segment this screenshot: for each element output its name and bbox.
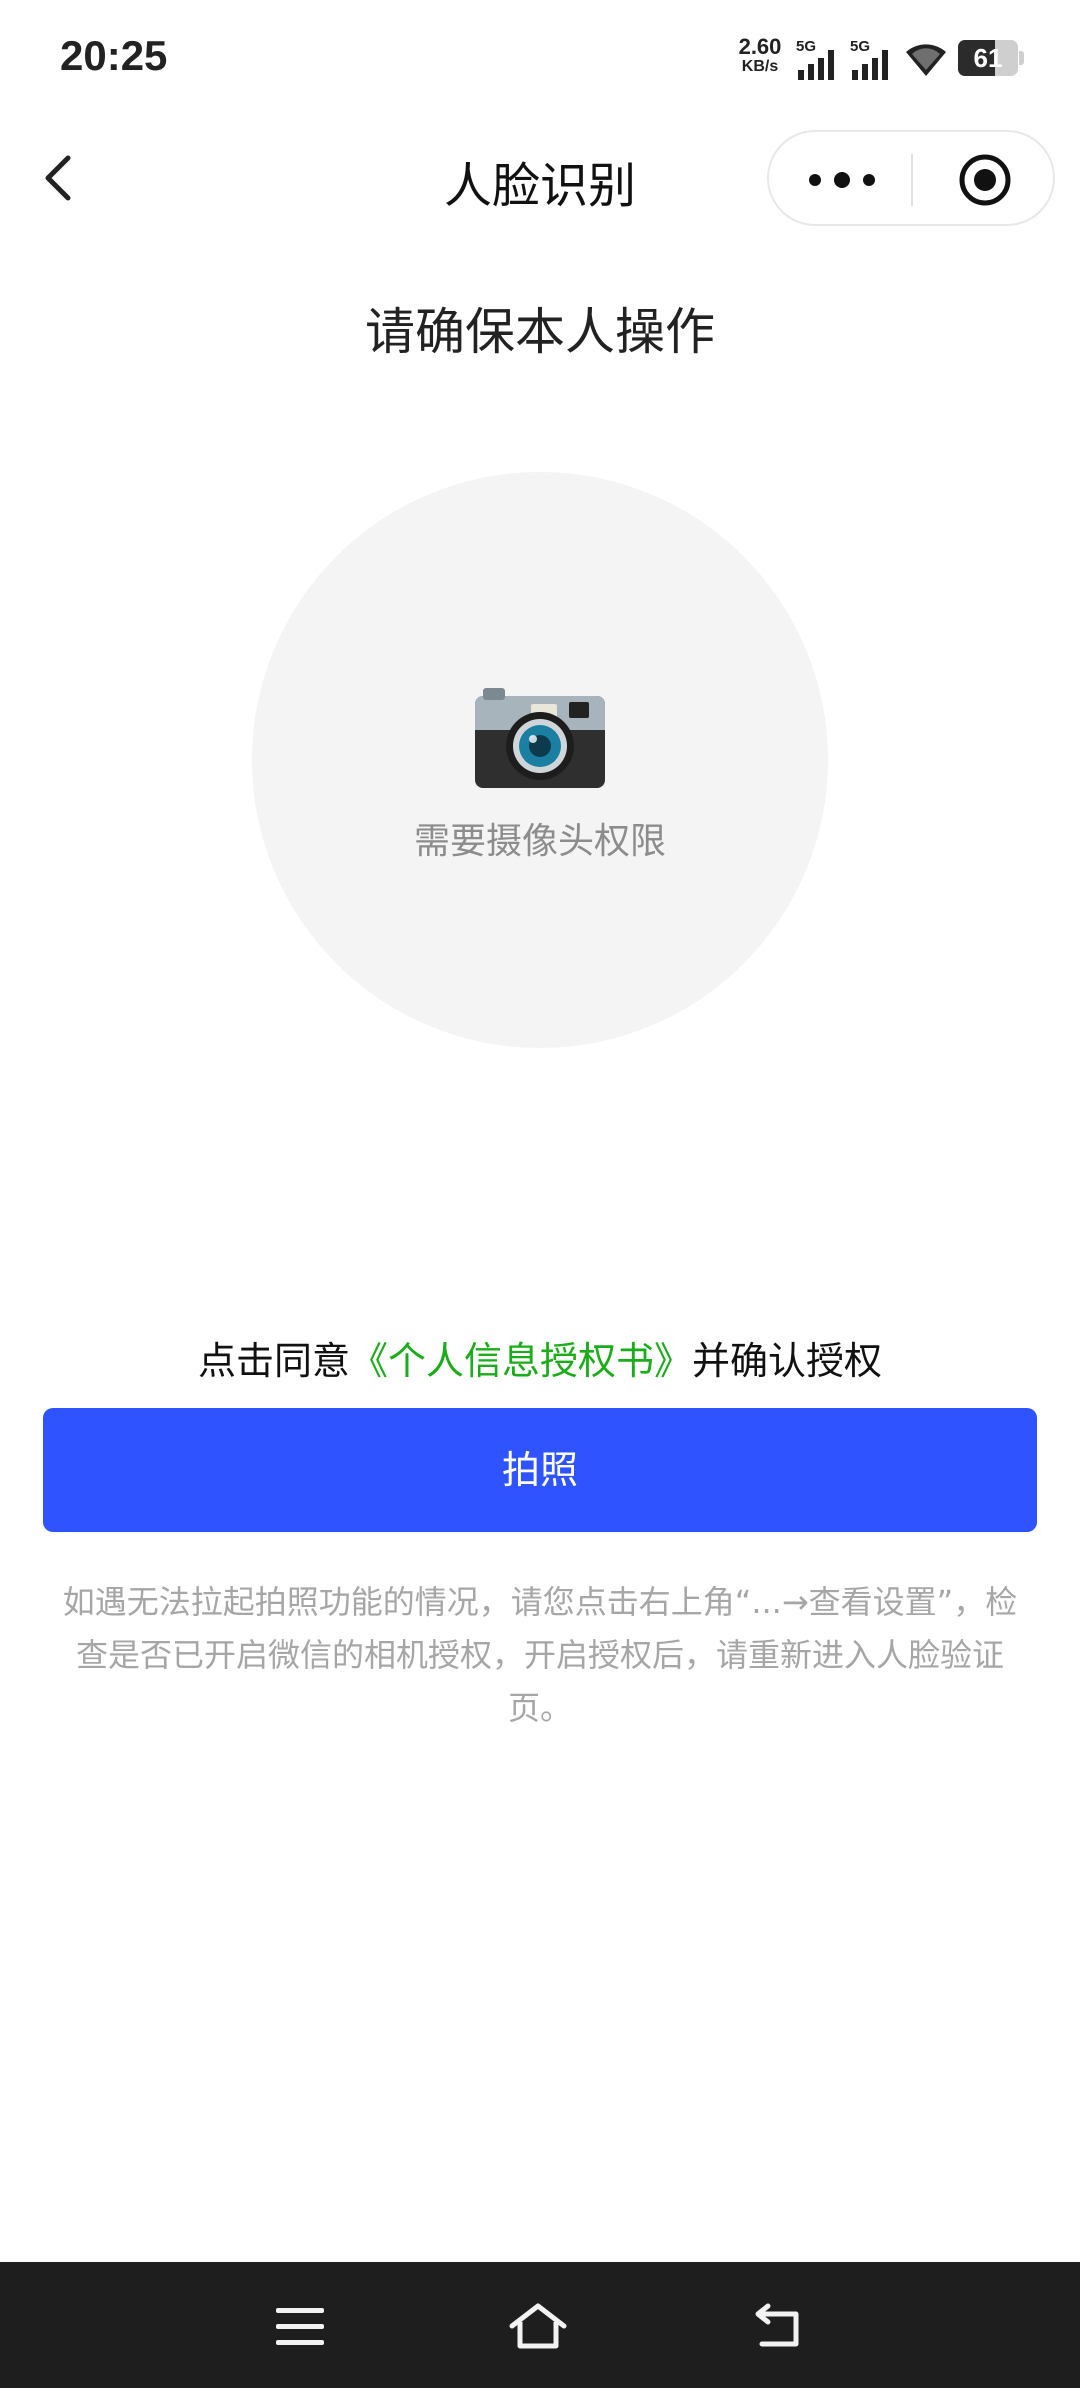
more-dots-icon[interactable]: [807, 165, 877, 195]
network-speed: 2.60 KB/s: [732, 36, 788, 76]
network-speed-unit: KB/s: [741, 58, 779, 75]
back-icon[interactable]: [750, 2300, 810, 2352]
nav-bar: 人脸识别: [0, 118, 1080, 238]
back-chevron-icon[interactable]: [30, 138, 90, 218]
face-recognition-page: 20:25 2.60 KB/s 5G 5G 61 人脸识别 请确保本人操作 需要…: [0, 0, 1080, 2388]
instruction-heading: 请确保本人操作: [365, 303, 715, 361]
mini-program-capsule: [767, 130, 1055, 226]
capsule-divider: [911, 154, 913, 206]
consent-suffix: 并确认授权: [692, 1339, 883, 1383]
status-bar: 20:25 2.60 KB/s 5G 5G 61: [0, 0, 1080, 118]
authorization-agreement-link[interactable]: 《个人信息授权书》: [350, 1339, 692, 1383]
wifi-icon: [906, 44, 946, 76]
system-navigation-bar: [0, 2262, 1080, 2388]
camera-preview-circle: 需要摄像头权限: [252, 472, 828, 1048]
menu-icon[interactable]: [270, 2300, 330, 2352]
camera-icon: [475, 688, 605, 788]
signal-5g-icon: 5G: [796, 38, 840, 80]
battery-level: 61: [973, 43, 1003, 73]
status-time: 20:25: [60, 32, 168, 79]
home-icon[interactable]: [508, 2300, 568, 2352]
target-close-icon[interactable]: [957, 152, 1013, 208]
network-speed-value: 2.60: [738, 34, 782, 59]
signal-5g-icon: 5G: [850, 38, 894, 80]
camera-permission-text: 需要摄像头权限: [413, 821, 666, 862]
battery-icon: 61: [958, 40, 1018, 76]
help-text: 如遇无法拉起拍照功能的情况，请您点击右上角“...→查看设置”，检查是否已开启微…: [62, 1583, 1018, 1727]
consent-line: 点击同意《个人信息授权书》并确认授权: [0, 1330, 1080, 1385]
page-title: 人脸识别: [443, 158, 636, 214]
take-photo-button[interactable]: 拍照: [43, 1408, 1037, 1532]
battery-tip: [1019, 51, 1024, 65]
consent-prefix: 点击同意: [197, 1339, 350, 1383]
